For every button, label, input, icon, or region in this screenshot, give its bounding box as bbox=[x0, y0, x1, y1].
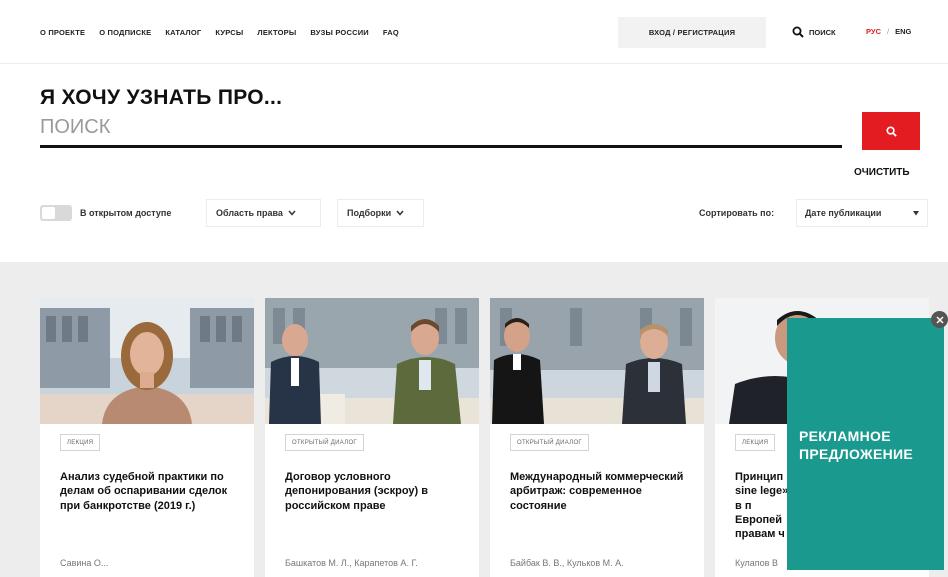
sort-dropdown-value: Дате публикации bbox=[805, 208, 882, 218]
card-tag: ОТКРЫТЫЙ ДИАЛОГ bbox=[285, 434, 364, 451]
lang-separator: / bbox=[887, 27, 890, 36]
selections-dropdown-label: Подборки bbox=[347, 208, 392, 218]
lecture-card[interactable]: ОТКРЫТЫЙ ДИАЛОГ Международный коммерческ… bbox=[490, 298, 704, 577]
close-icon bbox=[935, 315, 944, 324]
nav-link-catalog[interactable]: КАТАЛОГ bbox=[165, 28, 201, 37]
card-tag: ОТКРЫТЫЙ ДИАЛОГ bbox=[510, 434, 589, 451]
lecture-card[interactable]: ОТКРЫТЫЙ ДИАЛОГ Договор условного депони… bbox=[265, 298, 479, 577]
sort-dropdown[interactable]: Дате публикации bbox=[796, 199, 928, 227]
card-thumbnail bbox=[490, 298, 704, 424]
area-dropdown[interactable]: Область права bbox=[206, 199, 321, 227]
card-title[interactable]: Международный коммерческий арбитраж: сов… bbox=[510, 470, 688, 513]
lang-en[interactable]: ENG bbox=[895, 27, 911, 36]
card-authors: Башкатов М. Л., Карапетов А. Г. bbox=[285, 558, 418, 568]
card-title[interactable]: Анализ судебной практики по делам об осп… bbox=[60, 470, 238, 513]
open-access-toggle[interactable] bbox=[40, 205, 72, 221]
card-thumbnail bbox=[265, 298, 479, 424]
card-tag: ЛЕКЦИЯ bbox=[60, 434, 101, 451]
caret-down-icon bbox=[913, 210, 919, 215]
card-authors: Кулапов В bbox=[735, 558, 778, 568]
nav-link-lecturers[interactable]: ЛЕКТОРЫ bbox=[257, 28, 296, 37]
login-button[interactable]: ВХОД / РЕГИСТРАЦИЯ bbox=[618, 17, 766, 48]
area-dropdown-label: Область права bbox=[216, 208, 283, 218]
card-title[interactable]: Договор условного депонирования (эскроу)… bbox=[285, 470, 463, 513]
card-authors: Савина О... bbox=[60, 558, 109, 568]
card-thumbnail bbox=[40, 298, 254, 424]
search-input[interactable] bbox=[40, 110, 842, 148]
ad-text: РЕКЛАМНОЕ ПРЕДЛОЖЕНИЕ bbox=[799, 428, 914, 462]
card-authors: Байбак В. В., Кульков М. А. bbox=[510, 558, 624, 568]
card-tag: ЛЕКЦИЯ bbox=[735, 434, 776, 451]
card-title[interactable]: Принцип sine lege» в п Европей правам ч bbox=[735, 470, 795, 541]
nav-search-label: ПОИСК bbox=[809, 27, 836, 37]
nav-links: О ПРОЕКТЕ О ПОДПИСКЕ КАТАЛОГ КУРСЫ ЛЕКТО… bbox=[40, 28, 399, 37]
nav-link-faq[interactable]: FAQ bbox=[383, 28, 399, 37]
nav-link-courses[interactable]: КУРСЫ bbox=[215, 28, 243, 37]
chevron-down-icon bbox=[396, 210, 404, 216]
selections-dropdown[interactable]: Подборки bbox=[337, 199, 424, 227]
chevron-down-icon bbox=[288, 210, 296, 216]
clear-button[interactable]: ОЧИСТИТЬ bbox=[854, 167, 910, 178]
nav-link-subscription[interactable]: О ПОДПИСКЕ bbox=[99, 28, 151, 37]
language-switcher: РУС / ENG bbox=[866, 27, 911, 36]
ad-close-button[interactable] bbox=[931, 311, 948, 328]
search-button[interactable] bbox=[862, 112, 920, 150]
search-icon bbox=[885, 125, 897, 137]
open-access-label: В открытом доступе bbox=[80, 208, 172, 218]
ad-banner[interactable]: РЕКЛАМНОЕ ПРЕДЛОЖЕНИЕ bbox=[787, 318, 944, 570]
nav-link-universities[interactable]: ВУЗЫ РОССИИ bbox=[310, 28, 368, 37]
nav-link-about[interactable]: О ПРОЕКТЕ bbox=[40, 28, 85, 37]
page: О ПРОЕКТЕ О ПОДПИСКЕ КАТАЛОГ КУРСЫ ЛЕКТО… bbox=[0, 0, 948, 577]
search-icon bbox=[792, 26, 804, 38]
lang-ru[interactable]: РУС bbox=[866, 27, 881, 36]
nav-search[interactable]: ПОИСК bbox=[792, 26, 836, 38]
lecture-card[interactable]: ЛЕКЦИЯ Анализ судебной практики по делам… bbox=[40, 298, 254, 577]
top-navigation: О ПРОЕКТЕ О ПОДПИСКЕ КАТАЛОГ КУРСЫ ЛЕКТО… bbox=[0, 0, 948, 64]
search-headline: Я ХОЧУ УЗНАТЬ ПРО... bbox=[40, 86, 283, 109]
sort-label: Сортировать по: bbox=[699, 208, 775, 218]
